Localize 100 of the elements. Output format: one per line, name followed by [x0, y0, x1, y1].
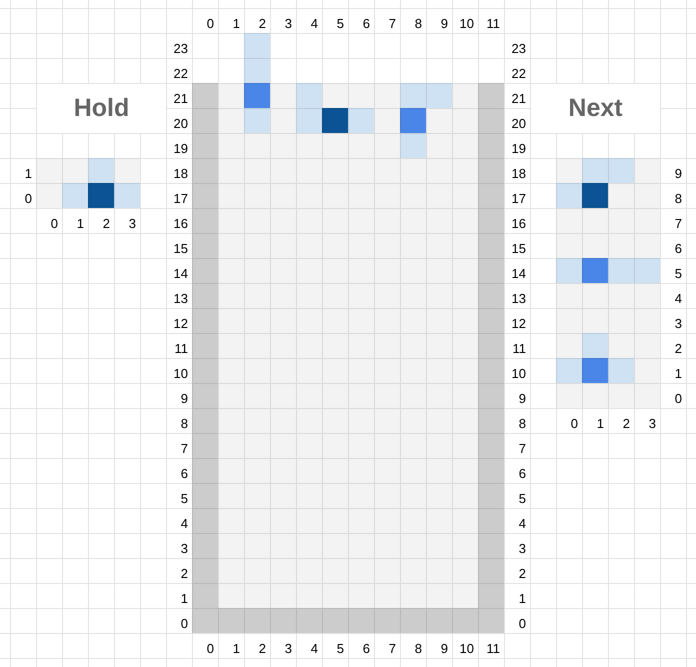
board-cell [374, 508, 400, 533]
wall-block [218, 608, 244, 633]
preview-cell [556, 308, 582, 333]
row-number: 3 [674, 316, 682, 331]
board-cell [452, 408, 478, 433]
column-number: 10 [460, 16, 474, 31]
board-cell [452, 208, 478, 233]
board-cell [348, 133, 374, 158]
board-cell [270, 208, 296, 233]
row-number: 7 [180, 441, 188, 456]
board-cell [322, 358, 348, 383]
board-cell [348, 233, 374, 258]
column-number: 10 [460, 641, 474, 656]
column-number: 9 [440, 641, 448, 656]
board-cell [270, 108, 296, 133]
row-number: 20 [512, 116, 526, 131]
board-cell [270, 383, 296, 408]
board-cell [270, 533, 296, 558]
wall-block [192, 233, 218, 258]
preview-cell [556, 233, 582, 258]
board-cell [452, 433, 478, 458]
row-number: 8 [674, 191, 682, 206]
board-cell [296, 308, 322, 333]
row-number: 3 [518, 541, 526, 556]
column-number: 0 [50, 216, 58, 231]
board-cell [426, 258, 452, 283]
wall-block [478, 333, 504, 358]
board-cell [452, 83, 478, 108]
row-number: 22 [512, 66, 526, 81]
preview-cell [634, 308, 660, 333]
wall-block [478, 158, 504, 183]
wall-block [478, 508, 504, 533]
row-number: 16 [174, 216, 188, 231]
column-number: 0 [206, 16, 214, 31]
column-number: 2 [258, 641, 266, 656]
wall-block [192, 208, 218, 233]
board-cell [374, 483, 400, 508]
board-cell [270, 158, 296, 183]
board-cell [426, 333, 452, 358]
board-cell [218, 358, 244, 383]
board-cell [270, 258, 296, 283]
preview-cell [634, 158, 660, 183]
board-cell [348, 483, 374, 508]
wall-block [348, 608, 374, 633]
column-number: 3 [128, 216, 136, 231]
preview-cell [634, 208, 660, 233]
row-number: 9 [180, 391, 188, 406]
board-cell [348, 408, 374, 433]
preview-cell [556, 158, 582, 183]
board-cell [244, 533, 270, 558]
board-cell [322, 283, 348, 308]
board-cell [218, 208, 244, 233]
board-cell [426, 133, 452, 158]
wall-block [192, 183, 218, 208]
board-cell [270, 83, 296, 108]
board-cell [400, 533, 426, 558]
board-cell [374, 558, 400, 583]
row-number: 13 [512, 291, 526, 306]
column-number: 3 [648, 416, 656, 431]
wall-block [478, 233, 504, 258]
board-cell [270, 483, 296, 508]
board-cell [452, 483, 478, 508]
board-cell [426, 558, 452, 583]
board-cell [270, 583, 296, 608]
board-cell [400, 408, 426, 433]
board-cell [296, 258, 322, 283]
column-number: 3 [284, 641, 292, 656]
board-cell [400, 433, 426, 458]
board-cell [218, 283, 244, 308]
hold-title: Hold [74, 94, 130, 123]
board-cell [244, 158, 270, 183]
board-cell [348, 433, 374, 458]
board-cell [296, 558, 322, 583]
column-number: 5 [336, 16, 344, 31]
board-cell [374, 383, 400, 408]
board-cell [374, 533, 400, 558]
wall-block [192, 358, 218, 383]
board-cell [270, 433, 296, 458]
preview-cell [582, 208, 608, 233]
column-number: 8 [414, 641, 422, 656]
board-cell [322, 558, 348, 583]
wall-block [452, 608, 478, 633]
board-cell [244, 308, 270, 333]
board-cell [400, 158, 426, 183]
board-cell [322, 533, 348, 558]
row-number: 3 [180, 541, 188, 556]
board-cell [244, 433, 270, 458]
row-number: 1 [674, 366, 682, 381]
wall-block [192, 283, 218, 308]
board-cell [218, 83, 244, 108]
board-cell [452, 558, 478, 583]
preview-cell [582, 283, 608, 308]
row-number: 20 [174, 116, 188, 131]
board-cell [322, 383, 348, 408]
board-cell [452, 458, 478, 483]
row-number: 12 [512, 316, 526, 331]
board-cell [426, 283, 452, 308]
board-cell [218, 408, 244, 433]
board-cell [426, 433, 452, 458]
board-cell [452, 533, 478, 558]
